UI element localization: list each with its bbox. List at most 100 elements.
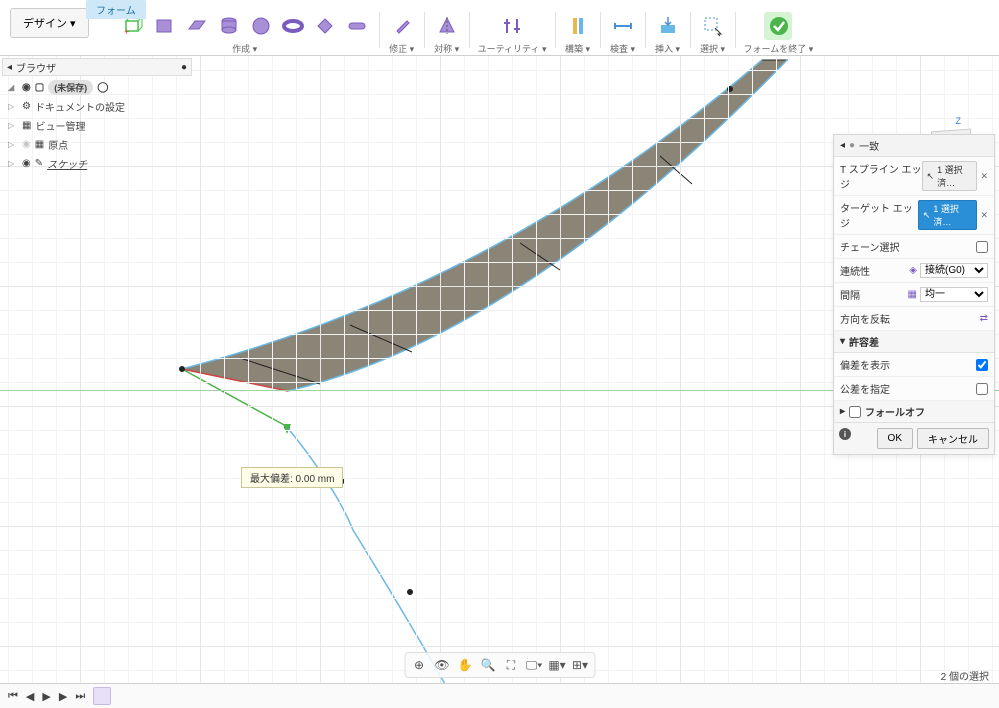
continuity-icon: ◈ — [909, 265, 917, 276]
section-falloff[interactable]: ▸ フォールオフ — [834, 401, 994, 423]
chain-select-checkbox[interactable] — [976, 241, 988, 253]
expand-icon[interactable]: ▸ — [840, 406, 845, 417]
fit-icon[interactable]: ⛶ — [501, 655, 521, 675]
label: ターゲット エッジ — [840, 200, 918, 230]
show-deviation-checkbox[interactable] — [976, 359, 988, 371]
label: 偏差を表示 — [840, 357, 890, 372]
environment-tab[interactable]: フォーム — [86, 0, 146, 19]
tree-item-doc-settings[interactable]: ▷ ⚙ ドキュメントの設定 — [8, 97, 188, 116]
clear-selection-icon[interactable]: ✕ — [980, 171, 988, 182]
visibility-icon[interactable]: ◉ — [22, 82, 31, 93]
selection-chip-tspline[interactable]: ↖ 1 選択済… — [922, 161, 978, 191]
inspect-icon[interactable] — [609, 12, 637, 40]
form-sphere-icon[interactable] — [247, 12, 275, 40]
component-icon: ▢ — [35, 82, 44, 93]
modify-icon[interactable] — [388, 12, 416, 40]
visibility-icon[interactable]: ◉ — [22, 158, 31, 169]
browser-titlebar[interactable]: ◂ ブラウザ ● — [2, 58, 192, 76]
spacing-dropdown[interactable]: 均一 — [920, 287, 988, 302]
form-box-icon[interactable] — [151, 12, 179, 40]
form-cylinder-icon[interactable] — [215, 12, 243, 40]
form-quadball-icon[interactable] — [311, 12, 339, 40]
browser-title: ブラウザ — [16, 60, 56, 75]
construct-group-label: 構築 ▾ — [565, 42, 590, 55]
utility-icon[interactable] — [498, 12, 526, 40]
timeline-feature-form[interactable] — [93, 687, 111, 705]
expand-icon[interactable]: ▷ — [8, 121, 18, 130]
radio-icon[interactable]: ◯ — [97, 82, 108, 93]
form-torus-icon[interactable] — [279, 12, 307, 40]
label: 間隔 — [840, 287, 860, 302]
root-label: (未保存) — [48, 80, 93, 95]
expand-icon[interactable]: ▷ — [8, 102, 18, 111]
collapse-icon[interactable]: ◂ — [840, 140, 845, 151]
orbit-icon[interactable]: ⊕ — [409, 655, 429, 675]
expand-icon[interactable]: ▾ — [840, 336, 845, 347]
label: 連続性 — [840, 263, 870, 278]
tree-item-label: ドキュメントの設定 — [35, 99, 125, 114]
insert-icon[interactable] — [654, 12, 682, 40]
row-chain-select: チェーン選択 — [834, 235, 994, 259]
insert-group-label: 挿入 ▾ — [655, 42, 680, 55]
label: 方向を反転 — [840, 311, 890, 326]
timeline-prev-icon[interactable]: ◀ — [26, 690, 34, 703]
folder-icon: ▦ — [22, 120, 31, 131]
navigation-toolbar: ⊕ 👁 ✋ 🔍 ⛶ 🖵▾ ▦▾ ⊞▾ — [404, 652, 595, 678]
command-dialog: ◂ ● 一致 T スプライン エッジ ↖ 1 選択済… ✕ ターゲット エッジ … — [833, 134, 995, 455]
expand-icon[interactable]: ◢ — [8, 83, 18, 92]
select-icon[interactable] — [699, 12, 727, 40]
pan-icon[interactable]: ✋ — [455, 655, 475, 675]
expand-icon[interactable]: ▷ — [8, 140, 18, 149]
dialog-titlebar[interactable]: ◂ ● 一致 — [834, 135, 994, 157]
grid-settings-icon[interactable]: ▦▾ — [547, 655, 567, 675]
spacing-icon: ▦ — [908, 289, 917, 300]
clear-selection-icon[interactable]: ✕ — [980, 210, 988, 221]
dialog-title: 一致 — [859, 138, 879, 153]
ok-button[interactable]: OK — [877, 428, 913, 449]
symmetry-icon[interactable] — [433, 12, 461, 40]
tree-item-views[interactable]: ▷ ▦ ビュー管理 — [8, 116, 188, 135]
expand-icon[interactable]: ▷ — [8, 159, 18, 168]
tree-item-sketches[interactable]: ▷ ◉ ✎ スケッチ — [8, 154, 188, 173]
timeline: ⏮ ◀ ▶ ▶ ⏭ — [0, 683, 999, 708]
timeline-end-icon[interactable]: ⏭ — [75, 690, 85, 703]
continuity-dropdown[interactable]: 接続(G0) — [920, 263, 988, 278]
display-settings-icon[interactable]: 🖵▾ — [524, 655, 544, 675]
zoom-icon[interactable]: 🔍 — [478, 655, 498, 675]
form-pipe-icon[interactable] — [343, 12, 371, 40]
cursor-icon: ↖ — [923, 210, 931, 221]
select-group-label: 選択 ▾ — [700, 42, 725, 55]
folder-icon: ▦ — [35, 139, 44, 150]
create-group-label: 作成 ▾ — [232, 42, 257, 55]
timeline-play-icon[interactable]: ▶ — [42, 690, 50, 703]
toolbar: デザイン ▾ フォーム + 作成 ▾ 修正 ▾ 対称 ▾ ユーティリティ ▾ 構… — [0, 0, 999, 56]
specify-tolerance-checkbox[interactable] — [976, 383, 988, 395]
falloff-enable-checkbox[interactable] — [849, 406, 861, 418]
timeline-next-icon[interactable]: ▶ — [59, 690, 67, 703]
tree-item-label: ビュー管理 — [35, 118, 85, 133]
construct-icon[interactable] — [564, 12, 592, 40]
tree-item-label: 原点 — [48, 137, 68, 152]
selection-status: 2 個の選択 — [941, 668, 989, 683]
workspace-dropdown[interactable]: デザイン ▾ — [10, 8, 89, 38]
browser-options-icon[interactable]: ● — [181, 62, 187, 73]
selection-chip-target[interactable]: ↖ 1 選択済… — [918, 200, 978, 230]
info-icon[interactable]: i — [839, 428, 851, 440]
finish-form-group-label: フォームを終了 ▾ — [744, 42, 814, 55]
section-tolerance[interactable]: ▾ 許容差 — [834, 331, 994, 353]
browser-collapse-icon[interactable]: ◂ — [7, 62, 12, 73]
visibility-off-icon[interactable]: ◉ — [22, 139, 31, 150]
look-icon[interactable]: 👁 — [432, 655, 452, 675]
row-target-edge: ターゲット エッジ ↖ 1 選択済… ✕ — [834, 196, 994, 235]
row-show-deviation: 偏差を表示 — [834, 353, 994, 377]
cancel-button[interactable]: キャンセル — [917, 428, 989, 449]
viewport-settings-icon[interactable]: ⊞▾ — [570, 655, 590, 675]
timeline-start-icon[interactable]: ⏮ — [8, 690, 18, 703]
tree-item-origin[interactable]: ▷ ◉ ▦ 原点 — [8, 135, 188, 154]
browser-tree: ◢ ◉ ▢ (未保存) ◯ ▷ ⚙ ドキュメントの設定 ▷ ▦ ビュー管理 ▷ … — [8, 78, 188, 173]
form-plane-icon[interactable] — [183, 12, 211, 40]
finish-form-icon[interactable] — [764, 12, 792, 40]
row-flip: 方向を反転 ⇄ — [834, 307, 994, 331]
flip-button[interactable]: ⇄ — [980, 313, 988, 324]
tree-root[interactable]: ◢ ◉ ▢ (未保存) ◯ — [8, 78, 188, 97]
